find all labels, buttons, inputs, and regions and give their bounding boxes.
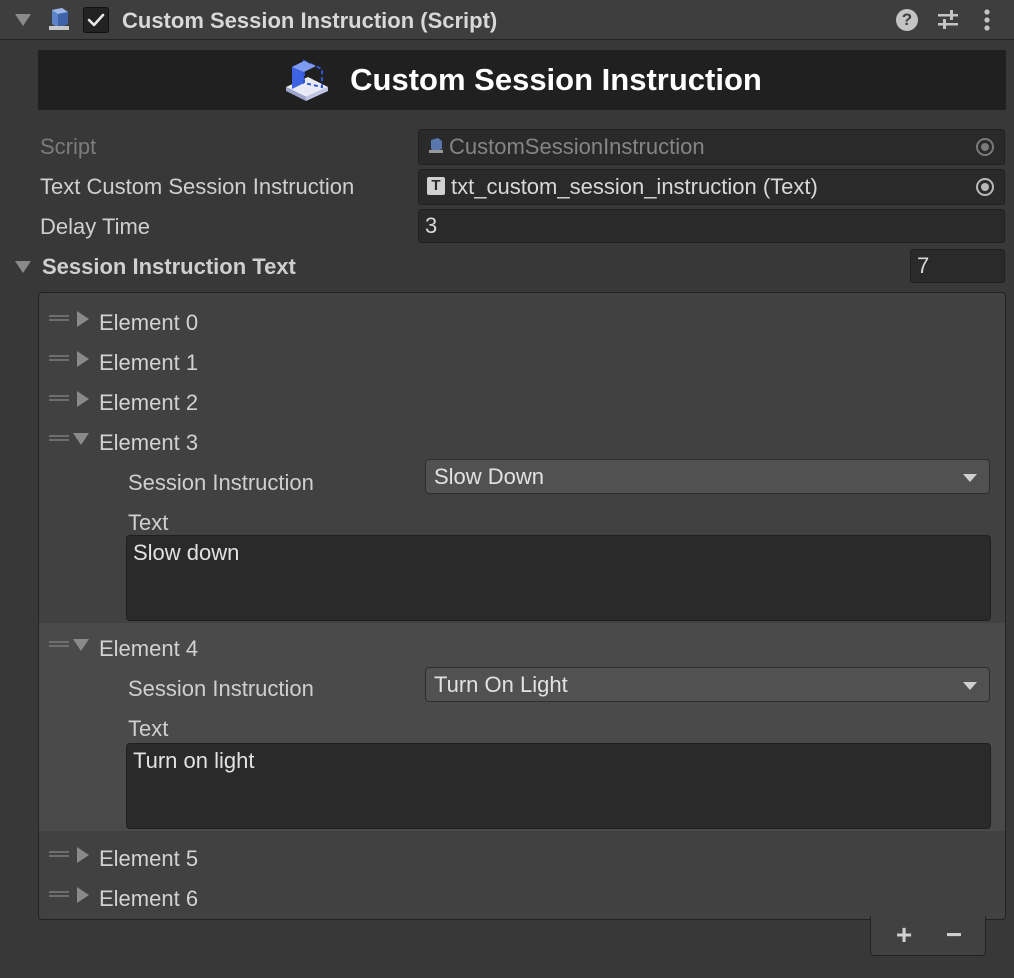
text-target-icon[interactable]	[976, 178, 994, 196]
element-label: Element 1	[99, 350, 199, 375]
session-instruction-dropdown[interactable]: Turn On Light	[425, 667, 990, 702]
dropdown-value: Slow Down	[434, 463, 545, 489]
delay-time-label: Delay Time	[40, 214, 151, 239]
cube-logo-icon	[286, 59, 329, 101]
list-item[interactable]: Element 0	[39, 299, 1005, 339]
text-field-label: Text Custom Session Instruction	[40, 174, 355, 199]
component-title: Custom Session Instruction (Script)	[122, 8, 498, 33]
element-foldout-arrow[interactable]	[77, 847, 89, 863]
component-banner: Custom Session Instruction	[38, 50, 1006, 110]
text-label: Text	[128, 510, 169, 535]
list-foldout-arrow[interactable]	[15, 261, 31, 273]
element-label: Element 3	[99, 430, 199, 455]
component-header: Custom Session Instruction (Script) ?	[0, 0, 1014, 40]
list-item-selected[interactable]: Element 4 Session Instruction Turn On Li…	[39, 623, 1005, 831]
element-label: Element 2	[99, 390, 199, 415]
presets-icon[interactable]	[936, 8, 960, 32]
script-target-icon[interactable]	[976, 138, 994, 156]
text-area[interactable]: Slow down	[126, 535, 991, 621]
add-element-button[interactable]: +	[884, 918, 924, 952]
text-component-icon: T	[427, 177, 445, 195]
list-label: Session Instruction Text	[42, 254, 296, 279]
chevron-down-icon	[963, 682, 977, 690]
drag-handle-icon[interactable]	[49, 891, 69, 897]
drag-handle-icon[interactable]	[49, 435, 69, 441]
list-item[interactable]: Element 6	[39, 875, 1005, 915]
list-size-input[interactable]: 7	[910, 249, 1005, 283]
element-label: Element 5	[99, 846, 199, 871]
drag-handle-icon[interactable]	[49, 315, 69, 321]
chevron-down-icon	[963, 474, 977, 482]
element-foldout-arrow[interactable]	[77, 311, 89, 327]
drag-handle-icon[interactable]	[49, 851, 69, 857]
element-label: Element 0	[99, 310, 199, 335]
component-foldout-arrow[interactable]	[15, 14, 31, 26]
remove-element-button[interactable]: −	[934, 918, 974, 952]
drag-handle-icon[interactable]	[49, 395, 69, 401]
text-label: Text	[128, 716, 169, 741]
list-item[interactable]: Element 2	[39, 379, 1005, 419]
session-instruction-label: Session Instruction	[128, 470, 314, 495]
script-field[interactable]: CustomSessionInstruction	[418, 129, 1005, 165]
element-foldout-arrow[interactable]	[77, 391, 89, 407]
drag-handle-icon[interactable]	[49, 355, 69, 361]
element-foldout-arrow[interactable]	[77, 351, 89, 367]
element-foldout-arrow[interactable]	[73, 639, 89, 651]
list-item[interactable]: Element 3 Session Instruction Slow Down …	[39, 419, 1005, 625]
element-label: Element 4	[99, 636, 199, 661]
text-object-field[interactable]: txt_custom_session_instruction (Text)	[418, 169, 1005, 205]
element-foldout-arrow[interactable]	[77, 887, 89, 903]
session-instruction-dropdown[interactable]: Slow Down	[425, 459, 990, 494]
list-item[interactable]: Element 1	[39, 339, 1005, 379]
more-vert-icon[interactable]	[978, 8, 996, 32]
element-label: Element 6	[99, 886, 199, 911]
list-item[interactable]: Element 5	[39, 835, 1005, 875]
component-enabled-checkbox[interactable]	[83, 7, 109, 33]
checkmark-icon	[87, 13, 105, 27]
session-instruction-label: Session Instruction	[128, 676, 314, 701]
drag-handle-icon[interactable]	[49, 641, 69, 647]
text-object-value: txt_custom_session_instruction (Text)	[451, 174, 818, 199]
dropdown-value: Turn On Light	[434, 671, 568, 697]
script-value: CustomSessionInstruction	[449, 134, 705, 159]
delay-time-input[interactable]: 3	[418, 209, 1005, 243]
script-file-icon	[427, 137, 445, 157]
text-area[interactable]: Turn on light	[126, 743, 991, 829]
banner-title: Custom Session Instruction	[350, 62, 762, 97]
element-foldout-arrow[interactable]	[73, 433, 89, 445]
script-component-icon	[46, 6, 72, 34]
list-footer: + −	[870, 916, 986, 956]
help-icon[interactable]: ?	[896, 9, 918, 31]
list-container: Element 0 Element 1 Element 2 Element 3 …	[38, 292, 1006, 920]
script-label: Script	[40, 134, 97, 159]
